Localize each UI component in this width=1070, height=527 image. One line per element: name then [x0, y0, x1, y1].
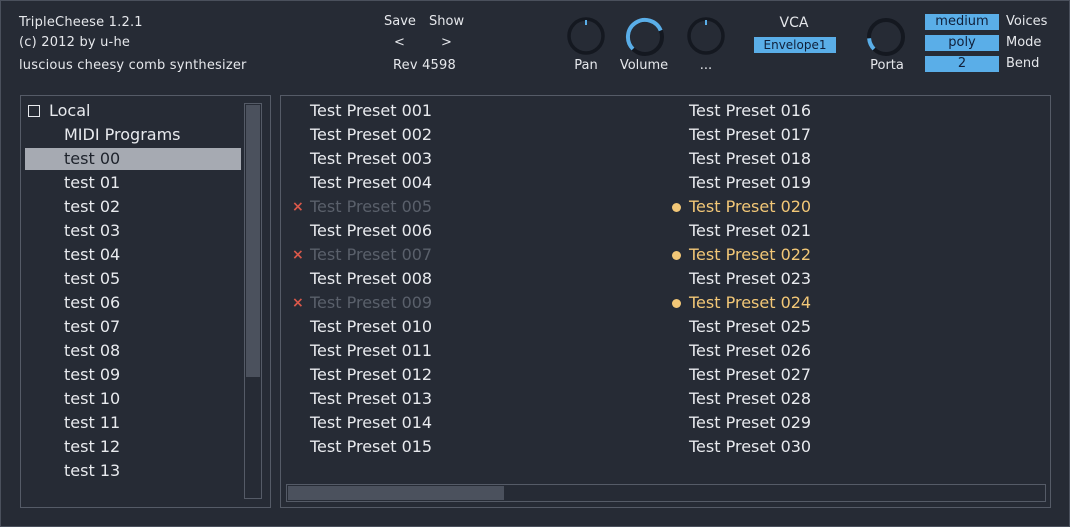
preset-list-item[interactable]: Test Preset 003: [310, 147, 432, 171]
preset-list-item[interactable]: Test Preset 015: [310, 435, 432, 459]
tree-root-local[interactable]: Local: [25, 100, 241, 122]
voices-select[interactable]: medium: [925, 14, 999, 30]
tree-scrollbar-thumb[interactable]: [246, 105, 260, 377]
preset-list-item[interactable]: Test Preset 017: [689, 123, 811, 147]
preset-list-item[interactable]: Test Preset 001: [310, 99, 432, 123]
preset-list-item[interactable]: Test Preset 020: [689, 195, 811, 219]
preset-list-item[interactable]: Test Preset 013: [310, 387, 432, 411]
preset-list-item[interactable]: Test Preset 010: [310, 315, 432, 339]
preset-list-item[interactable]: Test Preset 022: [689, 243, 811, 267]
pan-label: Pan: [574, 58, 598, 73]
disabled-x-icon: ×: [292, 295, 304, 311]
tree-item-label: test 09: [64, 365, 121, 384]
tree-item-label: test 04: [64, 245, 121, 264]
tree-item-label: test 01: [64, 173, 121, 192]
preset-list-scrollbar-thumb[interactable]: [288, 486, 504, 500]
volume-label: Volume: [619, 58, 669, 73]
preset-list-item[interactable]: Test Preset 021: [689, 219, 811, 243]
tree-item-label: test 10: [64, 389, 121, 408]
copyright-text: (c) 2012 by u-he: [19, 35, 131, 50]
tree-item-label: test 02: [64, 197, 121, 216]
preset-list-item[interactable]: Test Preset 014: [310, 411, 432, 435]
preset-list-item[interactable]: Test Preset 029: [689, 411, 811, 435]
tree-item-label: test 03: [64, 221, 121, 240]
preset-list-item[interactable]: Test Preset 008: [310, 267, 432, 291]
vca-title: VCA: [779, 15, 809, 31]
extra-knob-label: ...: [699, 58, 713, 73]
checkbox-icon[interactable]: [28, 105, 40, 117]
vca-select[interactable]: Envelope1: [754, 37, 836, 53]
porta-label: Porta: [870, 58, 904, 73]
next-preset-button[interactable]: >: [441, 35, 452, 50]
tree-item[interactable]: test 08: [25, 340, 241, 362]
preset-list-item[interactable]: Test Preset 016: [689, 99, 811, 123]
voices-label: Voices: [1006, 14, 1048, 29]
app-title: TripleCheese 1.2.1: [19, 15, 143, 30]
tree-root-label: Local: [49, 101, 91, 120]
tree-item[interactable]: test 10: [25, 388, 241, 410]
tree-item-midi-programs[interactable]: MIDI Programs: [25, 124, 241, 146]
tree-item[interactable]: test 00: [25, 148, 241, 170]
tree-item-label: test 07: [64, 317, 121, 336]
tagline-text: luscious cheesy comb synthesizer: [19, 58, 247, 73]
favorite-dot-icon: [672, 203, 681, 212]
preset-list-item[interactable]: Test Preset 009: [310, 291, 432, 315]
extra-knob[interactable]: [685, 15, 727, 57]
porta-knob[interactable]: [864, 15, 908, 59]
tree-item[interactable]: test 02: [25, 196, 241, 218]
tree-item-label: test 13: [64, 461, 121, 480]
preset-list-item[interactable]: Test Preset 028: [689, 387, 811, 411]
disabled-x-icon: ×: [292, 199, 304, 215]
show-button[interactable]: Show: [429, 14, 464, 29]
tree-item-label: test 08: [64, 341, 121, 360]
preset-list-item[interactable]: Test Preset 011: [310, 339, 432, 363]
save-button[interactable]: Save: [384, 14, 416, 29]
disabled-x-icon: ×: [292, 247, 304, 263]
tree-item[interactable]: test 09: [25, 364, 241, 386]
volume-knob[interactable]: [623, 15, 667, 59]
tree-scrollbar[interactable]: [244, 103, 262, 499]
tree-item-label: test 06: [64, 293, 121, 312]
tree-item-label: test 11: [64, 413, 121, 432]
tree-item-label: test 05: [64, 269, 121, 288]
preset-list-item[interactable]: Test Preset 005: [310, 195, 432, 219]
prev-preset-button[interactable]: <: [394, 35, 405, 50]
preset-list-item[interactable]: Test Preset 027: [689, 363, 811, 387]
mode-label: Mode: [1006, 35, 1042, 50]
tree-item[interactable]: test 13: [25, 460, 241, 482]
preset-list-item[interactable]: Test Preset 026: [689, 339, 811, 363]
preset-list-item[interactable]: Test Preset 002: [310, 123, 432, 147]
bend-select[interactable]: 2: [925, 56, 999, 72]
tree-item[interactable]: test 11: [25, 412, 241, 434]
favorite-dot-icon: [672, 299, 681, 308]
tree-item[interactable]: test 05: [25, 268, 241, 290]
preset-list-scrollbar[interactable]: [286, 484, 1046, 502]
preset-list-item[interactable]: Test Preset 024: [689, 291, 811, 315]
tree-item-label: test 00: [64, 149, 121, 168]
tree-item[interactable]: test 07: [25, 316, 241, 338]
preset-list-item[interactable]: Test Preset 023: [689, 267, 811, 291]
tree-item[interactable]: test 06: [25, 292, 241, 314]
preset-list-item[interactable]: Test Preset 030: [689, 435, 811, 459]
preset-list-item[interactable]: Test Preset 025: [689, 315, 811, 339]
preset-list-item[interactable]: Test Preset 004: [310, 171, 432, 195]
preset-list-item[interactable]: Test Preset 019: [689, 171, 811, 195]
tree-item-label: MIDI Programs: [64, 125, 181, 144]
tree-item-label: test 12: [64, 437, 121, 456]
mode-select[interactable]: poly: [925, 35, 999, 51]
preset-list-item[interactable]: Test Preset 007: [310, 243, 432, 267]
preset-list-item[interactable]: Test Preset 012: [310, 363, 432, 387]
tree-item[interactable]: test 12: [25, 436, 241, 458]
preset-list-item[interactable]: Test Preset 006: [310, 219, 432, 243]
preset-list-item[interactable]: Test Preset 018: [689, 147, 811, 171]
tree-item[interactable]: test 01: [25, 172, 241, 194]
revision-text: Rev 4598: [393, 58, 456, 73]
pan-knob[interactable]: [565, 15, 607, 57]
bend-label: Bend: [1006, 56, 1040, 71]
tree-item[interactable]: test 04: [25, 244, 241, 266]
favorite-dot-icon: [672, 251, 681, 260]
tree-item[interactable]: test 03: [25, 220, 241, 242]
